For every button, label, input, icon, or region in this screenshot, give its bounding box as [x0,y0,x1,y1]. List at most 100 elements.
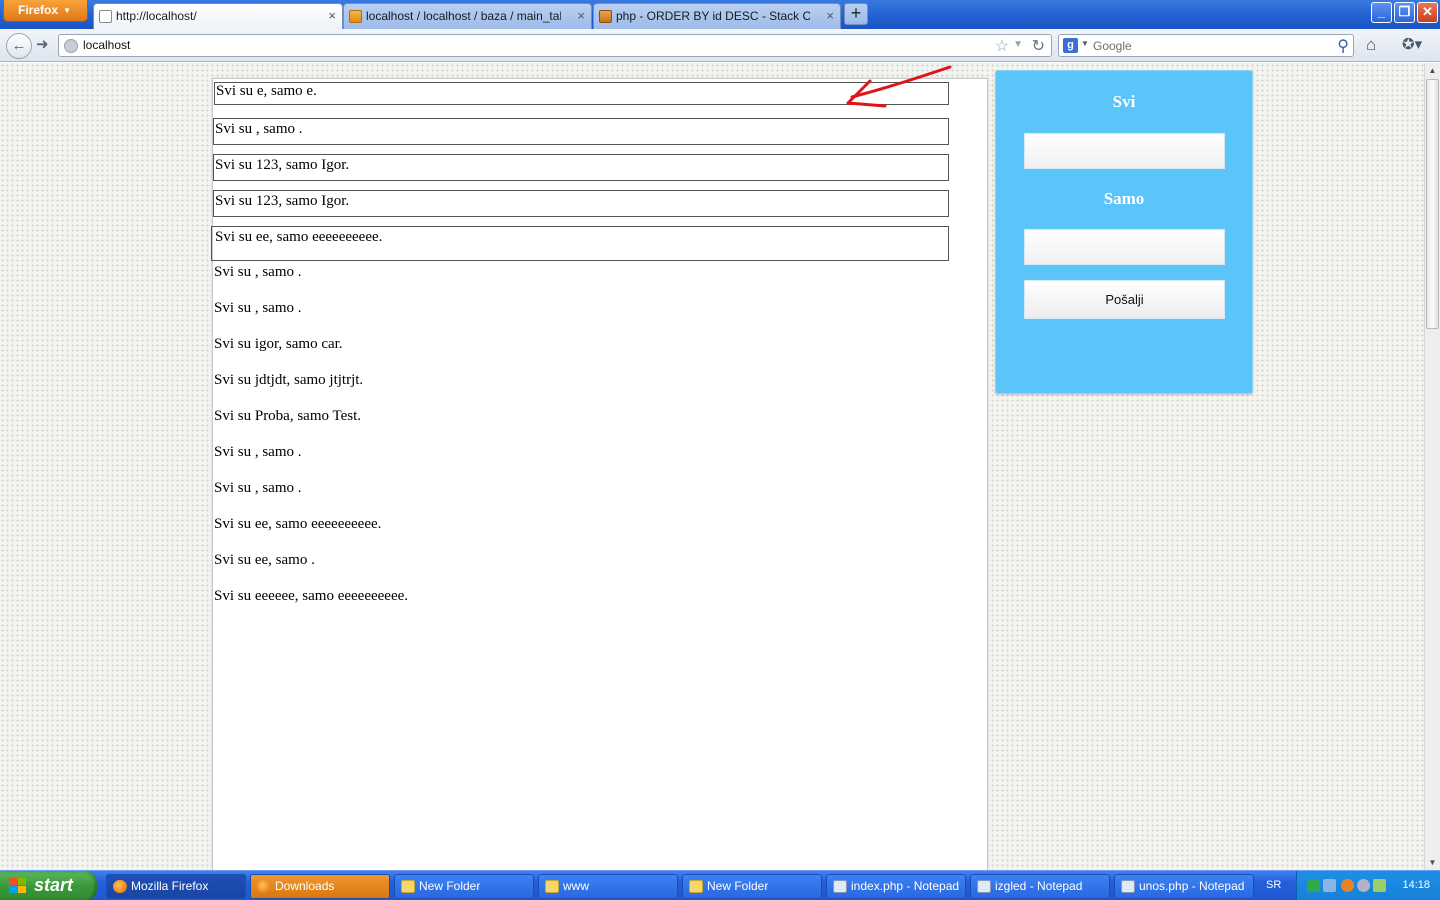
taskbar-item[interactable]: Downloads [250,874,390,899]
firefox-menu-button[interactable]: Firefox ▼ [3,0,88,22]
tab-localhost[interactable]: http://localhost/ × [93,3,343,29]
search-engine-dropdown-icon[interactable]: ▼ [1081,39,1089,48]
history-dropdown-icon[interactable]: ▼ [1013,39,1023,50]
close-window-button[interactable]: ✕ [1417,2,1438,23]
firefox-menu-label: Firefox [18,3,59,17]
entry-row: Svi su 123, samo Igor. [213,190,949,217]
entries-panel: Svi su e, samo e. Svi su , samo . Svi su 1… [211,78,988,870]
taskbar-item[interactable]: Mozilla Firefox [106,874,246,899]
taskbar-item-label: Downloads [275,879,335,893]
chevron-down-icon: ▼ [63,6,71,15]
taskbar-item[interactable]: www [538,874,678,899]
update-icon[interactable] [1373,879,1386,892]
entry-row: Svi su , samo . [213,118,949,145]
taskbar-item[interactable]: unos.php - Notepad [1114,874,1254,899]
taskbar-item-label: Mozilla Firefox [131,879,209,893]
entry-row: Svi su ee, samo eeeeeeeeee. [211,226,949,261]
annotation-arrow [846,65,952,108]
entry-row: Svi su , samo . [214,264,302,280]
tab-label: localhost / localhost / baza / main_tabl… [366,9,561,23]
page-icon [99,10,112,23]
language-indicator[interactable]: SR [1266,879,1281,891]
notepad-icon [977,880,991,893]
taskbar: start Mozilla Firefox Downloads New Folder… [0,870,1440,900]
entry-row: Svi su ee, samo . [214,552,315,568]
entry-row: Svi su ee, samo eeeeeeeeee. [214,516,382,532]
back-button[interactable]: ← [6,33,32,59]
bookmark-star-icon[interactable]: ☆ [995,36,1009,56]
windows-logo-icon [9,878,26,893]
entry-row: Svi su e, samo e. [214,82,949,105]
tray-app-icon[interactable] [1307,879,1320,892]
security-icon[interactable] [1357,879,1370,892]
system-tray: 14:18 [1296,871,1440,900]
search-bar[interactable]: g ▼ Google ⚲ [1058,34,1354,57]
entry-row: Svi su , samo . [214,444,302,460]
firefox-tray-icon[interactable] [1341,879,1354,892]
site-identity-icon[interactable] [64,39,78,53]
folder-icon [545,880,559,893]
taskbar-item-label: index.php - Notepad [851,879,960,893]
address-bar[interactable]: localhost ☆ ▼ ↻ [58,34,1052,57]
entry-row: Svi su , samo . [214,300,302,316]
home-icon[interactable]: ⌂ [1366,35,1376,55]
entry-row: Svi su igor, samo car. [214,336,343,352]
taskbar-item[interactable]: New Folder [682,874,822,899]
samo-input[interactable] [1024,229,1225,265]
clock: 14:18 [1402,879,1430,891]
tab-label: php - ORDER BY id DESC - Stack Overflow [616,9,810,23]
scroll-down-icon[interactable]: ▼ [1425,855,1440,870]
samo-label: Samo [1103,189,1145,208]
tab-phpmyadmin[interactable]: localhost / localhost / baza / main_tabl… [343,3,592,29]
close-icon[interactable]: × [328,4,336,28]
notepad-icon [1121,880,1135,893]
taskbar-item-label: New Folder [419,879,481,893]
tab-label: http://localhost/ [116,9,197,23]
submit-button[interactable]: Pošalji [1024,280,1225,319]
entry-row: Svi su 123, samo Igor. [213,154,949,181]
network-icon[interactable] [1323,879,1336,892]
stackoverflow-icon [599,10,612,23]
tab-stackoverflow[interactable]: php - ORDER BY id DESC - Stack Overflow … [593,3,841,29]
forward-button[interactable]: ➜ [36,35,49,53]
new-tab-button[interactable]: + [844,3,868,25]
google-icon[interactable]: g [1063,38,1078,53]
extensions-icon[interactable]: ✪▾ [1402,35,1422,53]
entry-row: Svi su , samo . [214,480,302,496]
taskbar-item-label: unos.php - Notepad [1139,879,1245,893]
entry-form-panel: Svi Samo Pošalji [995,70,1253,394]
taskbar-item-label: www [563,879,589,893]
search-icon[interactable]: ⚲ [1337,36,1349,56]
entry-row: Svi su Proba, samo Test. [214,408,362,424]
url-text: localhost [83,38,131,52]
restore-button[interactable]: ❐ [1394,2,1415,23]
notepad-icon [833,880,847,893]
taskbar-item-label: New Folder [707,879,769,893]
vertical-scrollbar[interactable]: ▲ ▼ [1424,63,1440,870]
reload-icon[interactable]: ↻ [1032,36,1045,56]
folder-icon [401,880,415,893]
svi-input[interactable] [1024,133,1225,169]
scroll-thumb[interactable] [1426,79,1439,329]
scroll-up-icon[interactable]: ▲ [1425,63,1440,78]
navigation-toolbar: ← ➜ localhost ☆ ▼ ↻ g ▼ Google ⚲ ⌂ ✪▾ [0,29,1440,62]
firefox-icon [257,880,271,893]
entry-row: Svi su jdtjdt, samo jtjtrjt. [214,372,364,388]
title-bar: Firefox ▼ http://localhost/ × localhost … [0,0,1440,29]
taskbar-item[interactable]: New Folder [394,874,534,899]
taskbar-item[interactable]: izgled - Notepad [970,874,1110,899]
taskbar-item-label: izgled - Notepad [995,879,1083,893]
start-button[interactable]: start [0,871,97,900]
svi-label: Svi [1112,92,1136,111]
taskbar-item[interactable]: index.php - Notepad [826,874,966,899]
phpmyadmin-icon [349,10,362,23]
firefox-icon [113,880,127,893]
start-label: start [34,875,74,895]
folder-icon [689,880,703,893]
close-icon[interactable]: × [826,4,834,28]
page-viewport: Svi su e, samo e. Svi su , samo . Svi su 1… [0,63,1424,870]
entry-row: Svi su eeeeee, samo eeeeeeeeee. [214,588,409,604]
close-icon[interactable]: × [577,4,585,28]
minimize-button[interactable]: _ [1371,2,1392,23]
search-placeholder: Google [1093,39,1132,53]
